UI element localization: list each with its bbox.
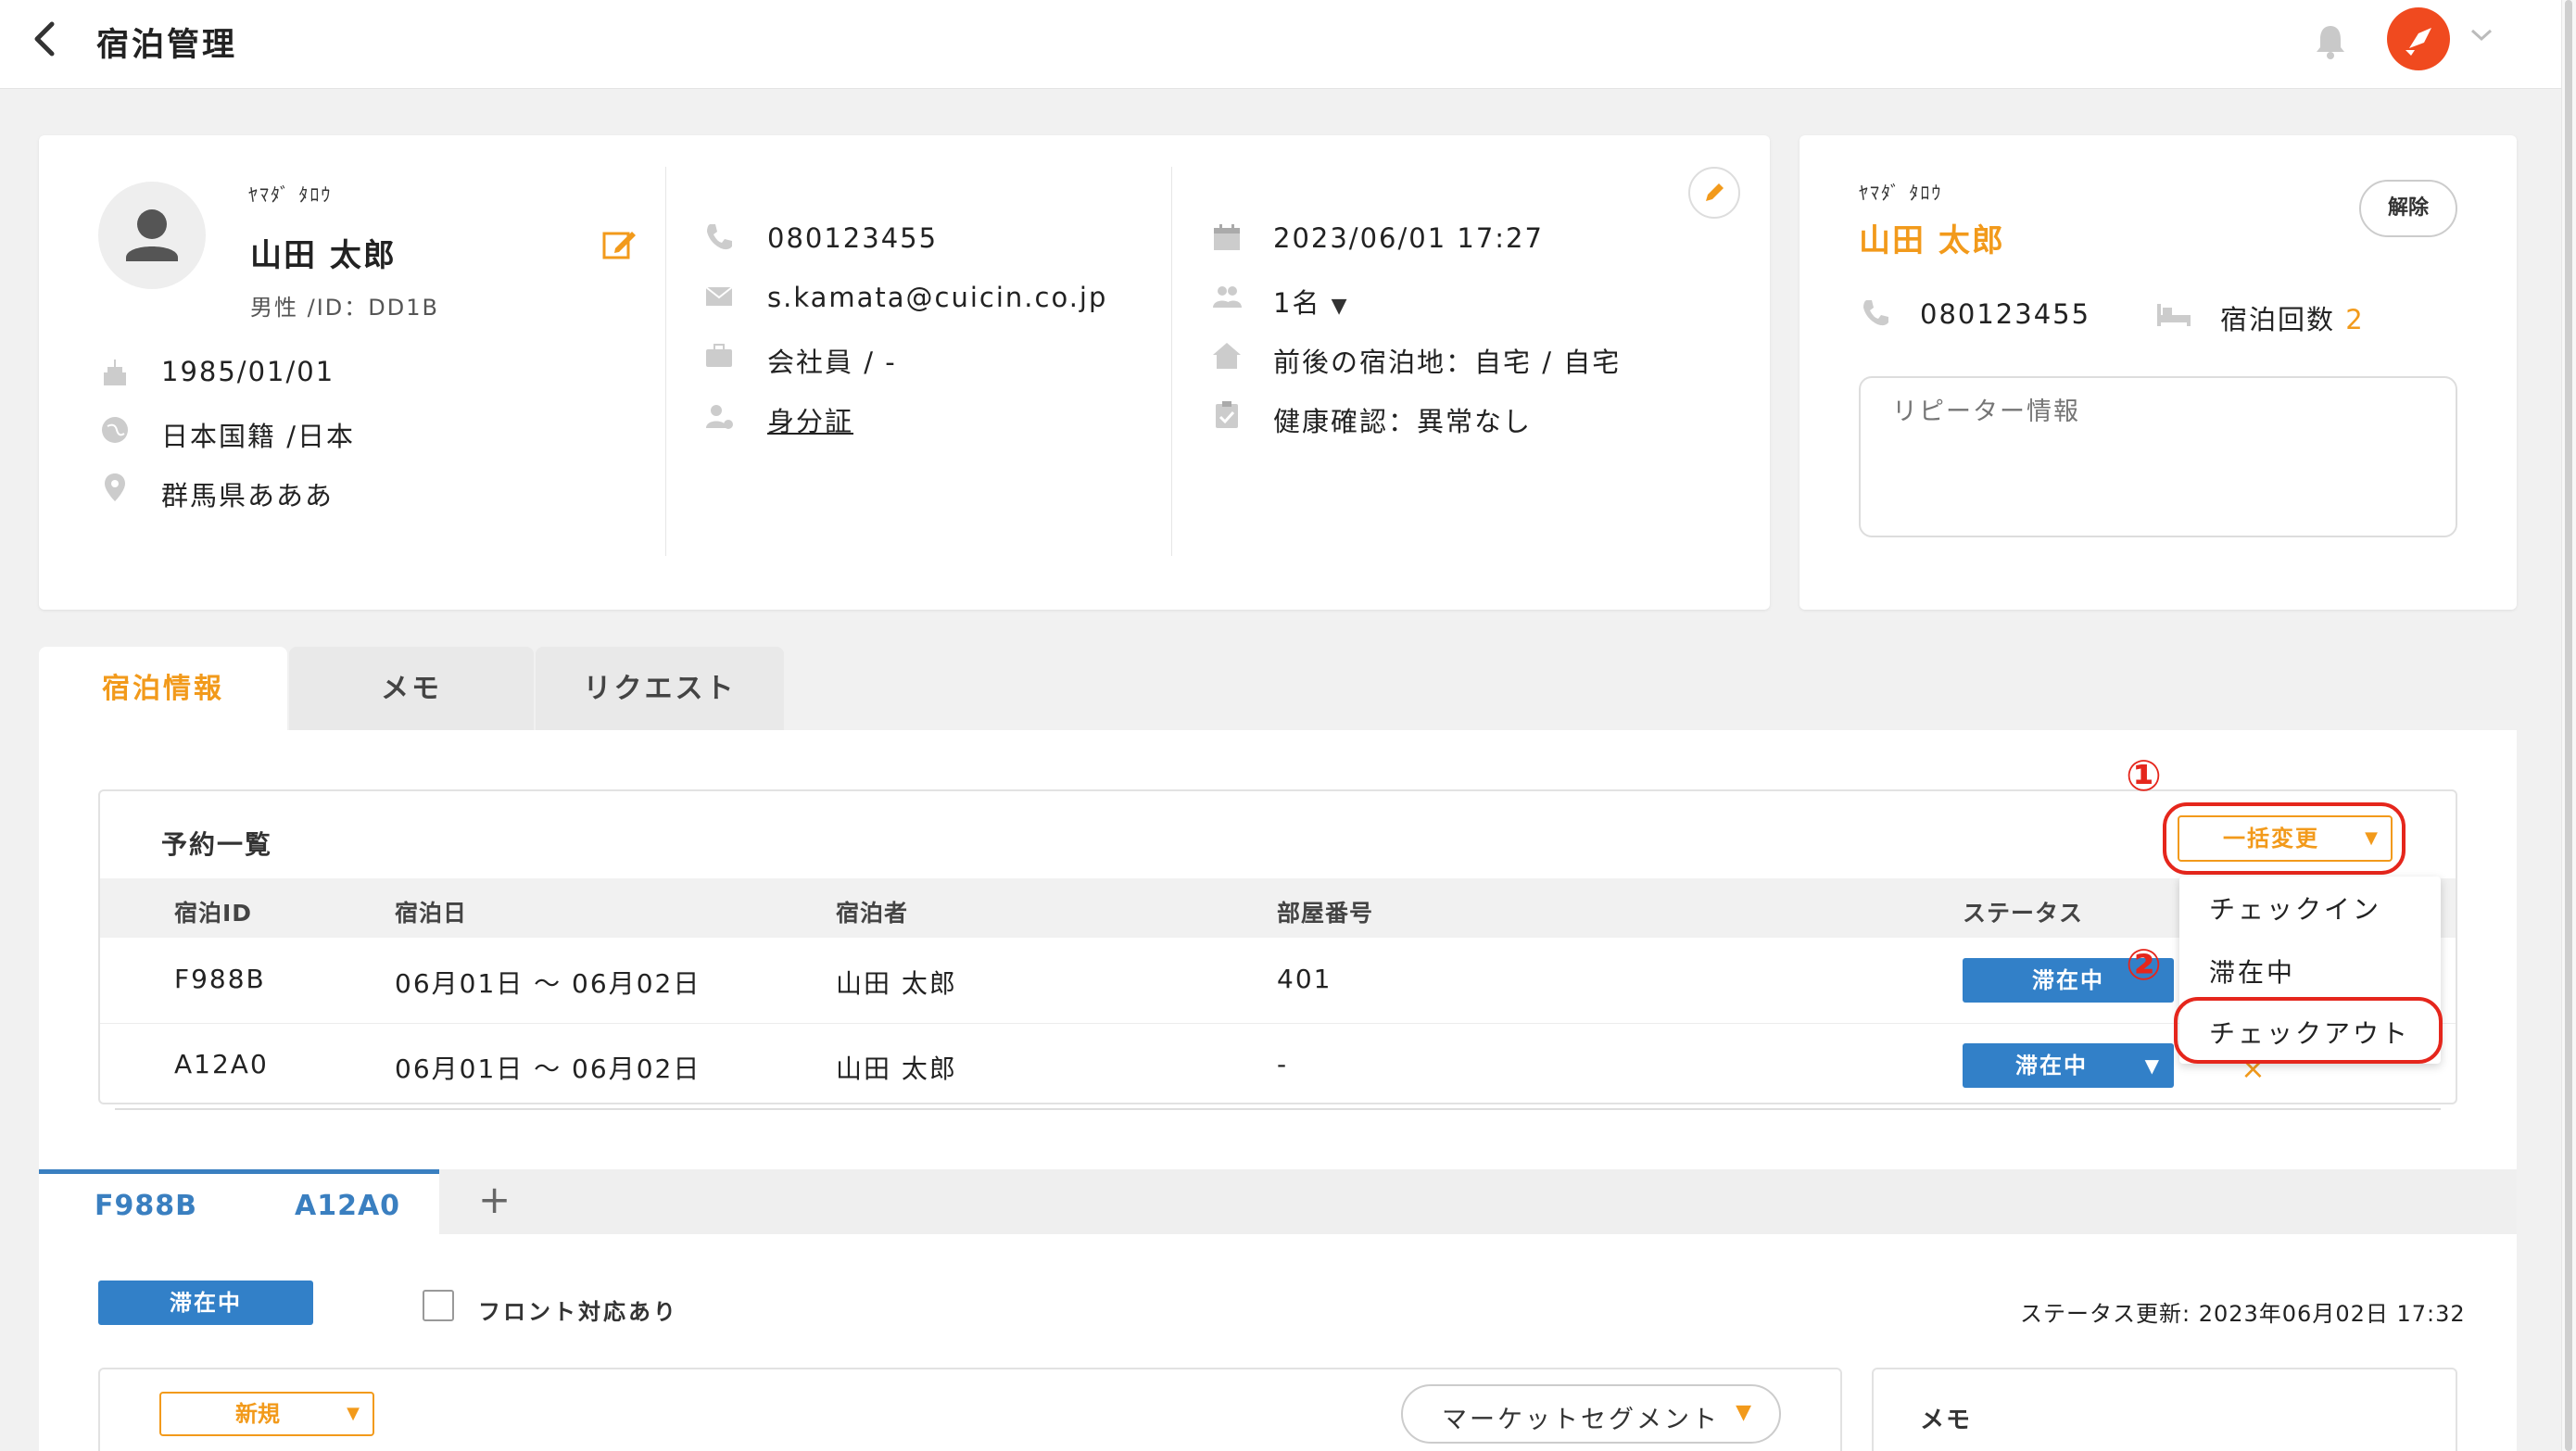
phone-icon [707,224,732,250]
row-2-id[interactable]: A12A0 [174,1049,269,1079]
add-tab-button[interactable]: + [478,1177,511,1222]
bulk-change-label: 一括変更 [2223,826,2319,852]
stay-count-label: 宿泊回数 [2220,304,2336,335]
row-2-status-label: 滞在中 [2015,1053,2088,1079]
divider [1171,167,1172,556]
checkin-datetime: 2023/06/01 17:27 [1273,222,1544,254]
col-stay-date: 宿泊日 [395,900,468,927]
id-document-link[interactable]: 身分証 [767,400,853,439]
subtab-f988b-label: F988B [95,1190,197,1222]
guest-phone: 080123455 [767,222,939,254]
caret-down-icon: ▼ [2365,828,2378,848]
guest-count-value: 1名 [1273,287,1321,319]
detail-status-badge[interactable]: 滞在中 [98,1281,313,1325]
repeater-kana: ﾔﾏﾀﾞ ﾀﾛｳ [1859,182,1943,204]
annotation-1: ① [2126,751,2162,801]
status-updated-text: ステータス更新: 2023年06月02日 17:32 [2020,1301,2466,1327]
repeater-name: 山田 太郎 [1859,222,2005,259]
menu-item-checkout[interactable]: チェックアウト [2209,1014,2410,1051]
market-segment-label: マーケットセグメント [1442,1406,1720,1434]
user-avatar-logo[interactable] [2387,7,2450,70]
top-bar [0,0,2561,89]
annotation-2: ② [2126,940,2162,990]
id-person-icon [706,405,733,429]
home-icon [1213,343,1241,369]
guest-gender-id: 男性 /ID：DD1B [250,295,439,321]
row-1-dates: 06月01日 ～ 06月02日 [395,968,701,999]
guest-avatar [98,182,206,289]
health-check: 健康確認：異常なし [1273,406,1533,437]
phone-icon [1863,300,1888,326]
back-arrow-icon[interactable] [26,19,67,59]
globe-icon [102,417,128,443]
chevron-down-icon[interactable] [2469,26,2494,44]
guest-nationality: 日本国籍 /日本 [161,421,355,452]
front-checkbox[interactable] [423,1290,454,1321]
briefcase-icon [706,344,732,367]
edit-guest-button[interactable] [1688,167,1740,219]
tab-request[interactable]: リクエスト [536,647,784,732]
clipboard-check-icon [1216,401,1238,428]
edit-name-icon[interactable] [600,226,638,263]
page-title: 宿泊管理 [96,27,238,64]
bell-icon[interactable] [2313,22,2348,59]
prev-next-stay: 前後の宿泊地：自宅 / 自宅 [1273,347,1622,378]
market-segment-select[interactable]: マーケットセグメント ▼ [1401,1384,1781,1444]
people-icon [1213,286,1242,308]
tab-stay-info[interactable]: 宿泊情報 [39,647,287,732]
menu-item-checkin[interactable]: チェックイン [2209,890,2381,927]
caret-down-icon: ▼ [2144,1054,2161,1077]
guest-address: 群馬県あああ [161,480,335,511]
guest-email: s.kamata@cuicin.co.jp [767,282,1108,313]
guest-count[interactable]: 1名 ▼ [1273,282,1349,321]
stay-count-value: 2 [2345,304,2365,335]
front-checkbox-label: フロント対応あり [478,1299,678,1325]
mail-icon [705,286,733,306]
bulk-change-dropdown[interactable]: 一括変更 ▼ [2178,815,2393,862]
caret-down-icon: ▼ [1331,295,1349,318]
col-status: ステータス [1963,900,2084,927]
row-2-room: - [1277,1049,1289,1079]
reservation-list-title: 予約一覧 [161,829,273,860]
row-2-guest: 山田 太郎 [836,1054,957,1084]
scrollbar-thumb[interactable] [2565,0,2572,1451]
col-stay-id: 宿泊ID [174,900,253,927]
pencil-icon [1706,183,1724,201]
tab-memo[interactable]: メモ [289,647,534,732]
cake-icon [104,360,126,385]
calendar-icon [1214,224,1240,250]
subtab-a12a0-label: A12A0 [295,1190,401,1222]
caret-down-icon: ▼ [1736,1401,1751,1424]
caret-down-icon: ▼ [347,1404,360,1423]
location-pin-icon [105,473,125,501]
category-select[interactable]: 新規 ▼ [159,1392,374,1436]
menu-item-staying[interactable]: 滞在中 [2209,953,2295,990]
guest-kana: ﾔﾏﾀﾞ ﾀﾛｳ [248,183,333,206]
row-2-status-select[interactable]: 滞在中 ▼ [1963,1043,2174,1088]
guest-birthday: 1985/01/01 [161,356,335,387]
bed-icon [2157,304,2191,326]
person-icon [126,209,178,261]
repeater-info-textarea[interactable] [1859,376,2457,537]
release-button[interactable]: 解除 [2359,180,2457,237]
divider [665,167,666,556]
row-2-dates: 06月01日 ～ 06月02日 [395,1054,701,1084]
brand-logo-icon [2406,28,2431,56]
row-1-room: 401 [1277,964,1332,994]
row-1-guest: 山田 太郎 [836,968,957,999]
col-room: 部屋番号 [1277,900,1374,927]
table-bottom-line [115,1108,2441,1110]
memo-label: メモ [1920,1407,1973,1434]
row-1-id[interactable]: F988B [174,964,266,994]
row-divider [100,1023,2456,1024]
col-guest: 宿泊者 [836,900,909,927]
guest-occupation: 会社員 / - [767,347,897,378]
category-label: 新規 [235,1401,280,1427]
guest-name: 山田 太郎 [250,237,397,274]
repeater-phone: 080123455 [1920,298,2091,330]
stay-count: 宿泊回数 2 [2220,298,2365,337]
